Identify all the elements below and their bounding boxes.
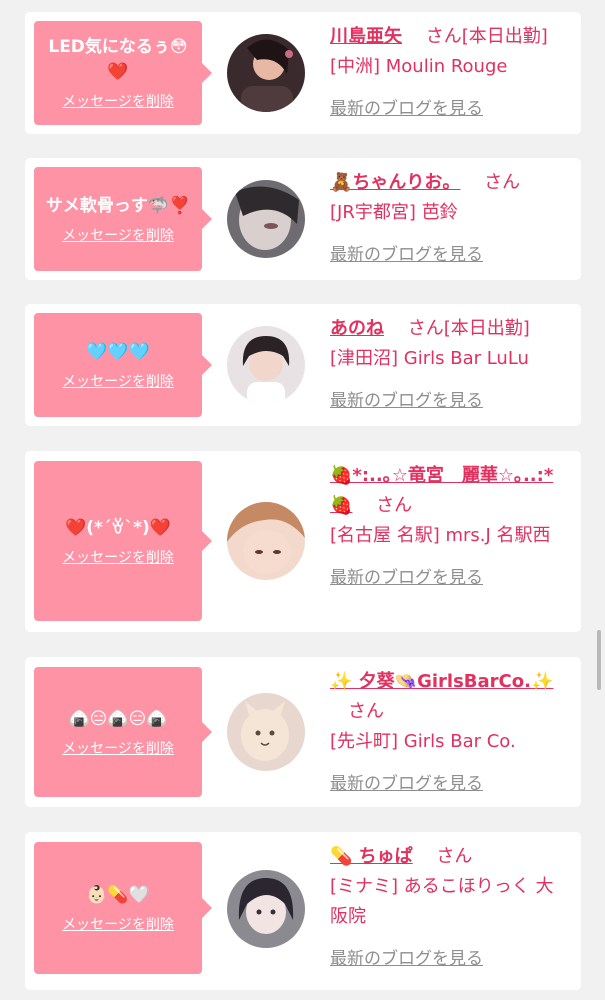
message-bubble: LED気になるぅ😳❤️ メッセージを削除 — [34, 21, 212, 125]
message-bubble: サメ軟骨っす🦈❣️ メッセージを削除 — [34, 167, 212, 271]
shop-name: [中洲] Moulin Rouge — [330, 56, 508, 77]
delete-message-link[interactable]: メッセージを削除 — [62, 547, 174, 567]
cast-info: 🍓*:..｡☆竜宮 麗華☆｡..:*🍓 さん [名古屋 名駅] mrs.J 名駅… — [330, 461, 568, 593]
list-item: 👶🏻💊🤍 メッセージを削除 💊 ちゅぱ さん [ミナミ] あるこほりっく 大阪院… — [25, 832, 581, 990]
honorific: さん — [425, 26, 462, 47]
list-item: LED気になるぅ😳❤️ メッセージを削除 川島亜矢 さん[本日出勤] [中洲] … — [25, 12, 581, 134]
list-item: 🍙😑🍙😑🍙 メッセージを削除 ✨ 夕葵👒GirlsBarCo.✨ さん [先斗町… — [25, 657, 581, 807]
shop-name: [津田沼] Girls Bar LuLu — [330, 348, 529, 369]
message-text: 🍙😑🍙😑🍙 — [68, 708, 168, 729]
profile-photo-icon — [227, 326, 305, 404]
latest-blog-link[interactable]: 最新のブログを見る — [330, 563, 483, 593]
honorific: さん — [484, 172, 521, 193]
message-text: 👶🏻💊🤍 — [86, 884, 150, 905]
scrollbar-thumb[interactable] — [597, 630, 601, 690]
shop-name: [名古屋 名駅] mrs.J 名駅西 — [330, 525, 551, 546]
message-bubble: 🍙😑🍙😑🍙 メッセージを削除 — [34, 667, 212, 797]
honorific: さん — [348, 701, 384, 722]
delete-message-link[interactable]: メッセージを削除 — [62, 371, 174, 391]
cast-info: あのね さん[本日出勤] [津田沼] Girls Bar LuLu 最新のブログ… — [330, 314, 568, 416]
delete-message-link[interactable]: メッセージを削除 — [62, 91, 174, 111]
latest-blog-link[interactable]: 最新のブログを見る — [330, 944, 483, 974]
cast-info: ✨ 夕葵👒GirlsBarCo.✨ さん [先斗町] Girls Bar Co.… — [330, 667, 568, 799]
shop-name: [JR宇都宮] 芭鈴 — [330, 202, 458, 223]
delete-message-link[interactable]: メッセージを削除 — [62, 225, 174, 245]
latest-blog-link[interactable]: 最新のブログを見る — [330, 769, 483, 799]
message-text: LED気になるぅ😳❤️ — [48, 37, 188, 82]
latest-blog-link[interactable]: 最新のブログを見る — [330, 386, 483, 416]
list-item: ❤️(*´ꈊ`*)❤️ メッセージを削除 🍓*:..｡☆竜宮 麗華☆｡..:*🍓… — [25, 451, 581, 632]
profile-photo-icon — [227, 502, 305, 580]
profile-photo-icon — [227, 693, 305, 771]
message-text: ❤️(*´ꈊ`*)❤️ — [65, 517, 171, 538]
delete-message-link[interactable]: メッセージを削除 — [62, 914, 174, 934]
cast-name-link[interactable]: 🧸ちゃんりお。 — [330, 172, 460, 193]
cast-name-link[interactable]: 💊 ちゅぱ — [330, 846, 413, 867]
honorific: さん — [407, 318, 444, 339]
cast-info: 💊 ちゅぱ さん [ミナミ] あるこほりっく 大阪院 最新のブログを見る — [330, 842, 568, 974]
attendance-status: [本日出勤] — [461, 26, 548, 47]
list-item: 🩵🩵🩵 メッセージを削除 あのね さん[本日出勤] [津田沼] Girls Ba… — [25, 304, 581, 426]
avatar[interactable] — [227, 693, 305, 771]
cast-info: 川島亜矢 さん[本日出勤] [中洲] Moulin Rouge 最新のブログを見… — [330, 22, 568, 124]
profile-photo-icon — [227, 870, 305, 948]
avatar[interactable] — [227, 326, 305, 404]
avatar[interactable] — [227, 180, 305, 258]
cast-name-link[interactable]: ✨ 夕葵👒GirlsBarCo.✨ — [330, 671, 553, 692]
message-bubble: ❤️(*´ꈊ`*)❤️ メッセージを削除 — [34, 461, 212, 621]
message-text: サメ軟骨っす🦈❣️ — [45, 195, 191, 216]
profile-photo-icon — [227, 34, 305, 112]
latest-blog-link[interactable]: 最新のブログを見る — [330, 94, 483, 124]
list-item: サメ軟骨っす🦈❣️ メッセージを削除 🧸ちゃんりお。 さん [JR宇都宮] 芭鈴… — [25, 158, 581, 280]
shop-name: [先斗町] Girls Bar Co. — [330, 731, 516, 752]
cast-info: 🧸ちゃんりお。 さん [JR宇都宮] 芭鈴 最新のブログを見る — [330, 168, 568, 270]
latest-blog-link[interactable]: 最新のブログを見る — [330, 240, 483, 270]
avatar[interactable] — [227, 502, 305, 580]
honorific: さん — [436, 846, 473, 867]
attendance-status: [本日出勤] — [443, 318, 530, 339]
cast-name-link[interactable]: 川島亜矢 — [330, 26, 402, 47]
avatar[interactable] — [227, 34, 305, 112]
profile-photo-icon — [227, 180, 305, 258]
cast-name-link[interactable]: あのね — [330, 318, 384, 339]
message-bubble: 🩵🩵🩵 メッセージを削除 — [34, 313, 212, 417]
honorific: さん — [376, 495, 413, 516]
cast-name-link[interactable]: 🍓*:..｡☆竜宮 麗華☆｡..:*🍓 — [330, 465, 553, 516]
shop-name: [ミナミ] あるこほりっく 大阪院 — [330, 876, 554, 927]
message-bubble: 👶🏻💊🤍 メッセージを削除 — [34, 842, 212, 974]
message-text: 🩵🩵🩵 — [86, 341, 150, 362]
avatar[interactable] — [227, 870, 305, 948]
delete-message-link[interactable]: メッセージを削除 — [62, 738, 174, 758]
